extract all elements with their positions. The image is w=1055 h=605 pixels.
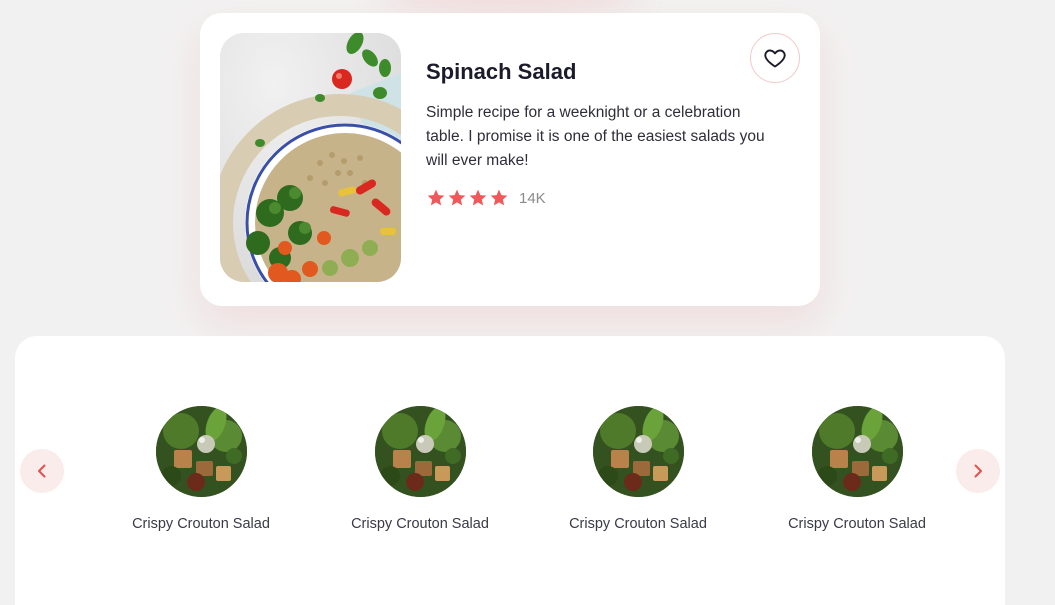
salad-bowl-image: [220, 33, 401, 282]
heart-icon: [764, 49, 786, 68]
carousel-item[interactable]: Crispy Crouton Salad: [777, 406, 937, 532]
crouton-salad-image: [811, 406, 903, 497]
carousel-item-label: Crispy Crouton Salad: [788, 516, 926, 532]
chevron-right-icon: [974, 464, 982, 478]
carousel-item-label: Crispy Crouton Salad: [569, 516, 707, 532]
carousel-item[interactable]: Crispy Crouton Salad: [340, 406, 500, 532]
crouton-salad-image: [592, 406, 684, 497]
star-icon: [469, 189, 487, 206]
star-icon: [490, 189, 508, 206]
rating-stars: [426, 188, 509, 208]
carousel-next-button[interactable]: [956, 449, 1000, 493]
featured-recipe-card: Spinach Salad Simple recipe for a weekni…: [200, 13, 820, 306]
carousel-item[interactable]: Crispy Crouton Salad: [558, 406, 718, 532]
recipe-title: Spinach Salad: [426, 59, 577, 84]
recipe-description: Simple recipe for a weeknight or a celeb…: [426, 104, 765, 169]
decorative-glow: [380, 0, 640, 10]
carousel-item-label: Crispy Crouton Salad: [351, 516, 489, 532]
carousel-prev-button[interactable]: [20, 449, 64, 493]
rating-count: 14K: [519, 189, 546, 207]
star-icon: [427, 189, 445, 206]
rating: 14K: [426, 188, 546, 208]
star-icon: [448, 189, 466, 206]
carousel-item[interactable]: Crispy Crouton Salad: [121, 406, 281, 532]
recipe-carousel: Crispy Crouton Salad Crispy Crouton Sala…: [15, 336, 1005, 605]
crouton-salad-image: [374, 406, 466, 497]
chevron-left-icon: [38, 464, 46, 478]
carousel-item-label: Crispy Crouton Salad: [132, 516, 270, 532]
crouton-salad-image: [155, 406, 247, 497]
favorite-button[interactable]: [750, 33, 800, 83]
